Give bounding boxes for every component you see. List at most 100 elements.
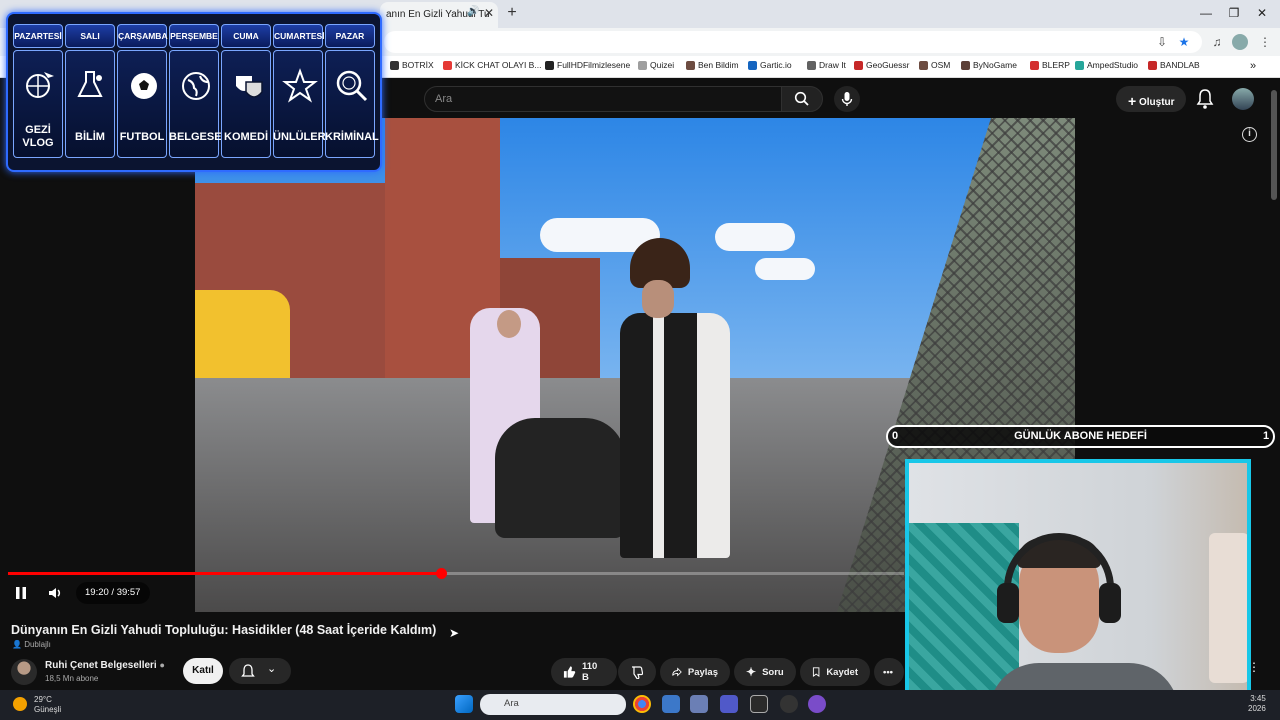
- app-icon[interactable]: [690, 695, 708, 713]
- bookmark-item[interactable]: Gartic.io: [748, 60, 792, 70]
- like-button[interactable]: 110 B: [551, 658, 617, 686]
- bookmark-item[interactable]: FullHDFilmizlesene: [545, 60, 630, 70]
- search-input[interactable]: Ara: [424, 86, 782, 112]
- minimize-icon[interactable]: —: [1196, 4, 1216, 22]
- channel-name-text: Ruhi Çenet Belgeselleri: [45, 660, 157, 671]
- video-person-man: [620, 313, 730, 558]
- bookmark-item[interactable]: AmpedStudio: [1075, 60, 1138, 70]
- profile-avatar[interactable]: [1232, 34, 1248, 50]
- app-icon[interactable]: [662, 695, 680, 713]
- app-icon[interactable]: [808, 695, 826, 713]
- bookmarks-overflow-icon[interactable]: »: [1250, 60, 1256, 72]
- schedule-category-label: BİLİM: [75, 131, 105, 143]
- bookmark-label: GeoGuessr: [866, 60, 910, 70]
- info-icon[interactable]: i: [1242, 127, 1257, 142]
- bell-ring-icon: [241, 664, 255, 677]
- schedule-day-5: CUMA: [221, 24, 271, 48]
- address-bar[interactable]: [384, 31, 1202, 53]
- bookmark-favicon-icon: [443, 60, 452, 70]
- goal-current: 0: [892, 430, 899, 442]
- bookmark-favicon-icon: [919, 60, 928, 70]
- save-label: Kaydet: [826, 666, 858, 678]
- thumbs-down-icon: [632, 666, 643, 679]
- system-clock[interactable]: 3:45 2026: [1248, 694, 1266, 714]
- join-button[interactable]: Katıl: [183, 658, 223, 684]
- notification-bell-icon[interactable]: [1196, 88, 1214, 110]
- weather-widget[interactable]: 29°C Güneşli: [34, 695, 61, 715]
- time-text: 19:20 / 39:57: [85, 587, 141, 598]
- bookmark-item[interactable]: BLERP: [1030, 60, 1070, 70]
- bookmark-label: Gartic.io: [760, 60, 792, 70]
- video-face-blur: [497, 310, 521, 338]
- maximize-icon[interactable]: ❐: [1224, 4, 1244, 22]
- voice-search-button[interactable]: [834, 86, 860, 112]
- bookmark-item[interactable]: ByNoGame: [961, 60, 1017, 70]
- epic-games-icon[interactable]: [750, 695, 768, 713]
- schedule-category-label: ÜNLÜLER: [273, 131, 326, 143]
- taskbar-search[interactable]: Ara: [480, 694, 626, 715]
- bookmark-label: Quizei: [650, 60, 675, 70]
- bookmark-item[interactable]: GeoGuessr: [854, 60, 909, 70]
- progress-scrubber[interactable]: [436, 568, 447, 579]
- windows-start-icon[interactable]: [455, 695, 473, 713]
- share-button[interactable]: Paylaş: [660, 658, 730, 686]
- ask-button[interactable]: ✦ Soru: [734, 658, 796, 686]
- video-title: Dünyanın En Gizli Yahudi Topluluğu: Hasi…: [11, 623, 437, 637]
- page-scrollbar[interactable]: [1271, 90, 1277, 200]
- create-button[interactable]: + Oluştur: [1116, 86, 1186, 112]
- bookmark-star-icon[interactable]: ★: [1176, 34, 1192, 50]
- clock-time: 3:45: [1250, 694, 1266, 703]
- media-control-icon[interactable]: ♫: [1209, 34, 1225, 50]
- schedule-category-label: FUTBOL: [119, 131, 165, 143]
- new-tab-icon[interactable]: +: [504, 4, 520, 22]
- bookmark-label: KİCK CHAT OLAYI B...: [455, 60, 542, 70]
- pause-icon: [16, 587, 26, 599]
- more-actions-button[interactable]: •••: [874, 658, 904, 686]
- dubbed-label: Dublajlı: [24, 640, 51, 649]
- schedule-category-label: GEZİ VLOG: [22, 124, 54, 149]
- bookmark-item[interactable]: Ben Bildim: [686, 60, 739, 70]
- channel-name[interactable]: Ruhi Çenet Belgeselleri ●: [45, 660, 165, 671]
- bookmark-favicon-icon: [748, 60, 757, 70]
- schedule-day-4: PERŞEMBE: [169, 24, 219, 48]
- bookmark-item[interactable]: Quizei: [638, 60, 674, 70]
- search-button[interactable]: [781, 86, 823, 112]
- bookmark-favicon-icon: [545, 60, 554, 70]
- bookmark-item[interactable]: OSM: [919, 60, 950, 70]
- install-app-icon[interactable]: ⇩: [1154, 34, 1170, 50]
- mouse-cursor-icon: ➤: [449, 626, 460, 640]
- video-stroller: [495, 418, 625, 538]
- volume-button[interactable]: [46, 584, 64, 602]
- pause-button[interactable]: [12, 584, 30, 602]
- save-button[interactable]: Kaydet: [800, 658, 870, 686]
- sparkle-icon: ✦: [746, 665, 757, 679]
- subscribe-notifications-button[interactable]: ⌄: [229, 658, 291, 684]
- headset-earcup: [997, 583, 1019, 623]
- weather-text: Güneşli: [34, 705, 62, 714]
- bookmark-item[interactable]: Draw It: [807, 60, 846, 70]
- browser-menu-icon[interactable]: ⋮: [1257, 34, 1273, 50]
- browser-tab[interactable]: anın En Gizli Yahudi Tu: [380, 2, 498, 28]
- teams-icon[interactable]: [720, 695, 738, 713]
- bookmark-item[interactable]: BOTRİX: [390, 60, 434, 70]
- temperature: 29°C: [34, 695, 52, 704]
- bookmark-item[interactable]: BANDLAB: [1148, 60, 1200, 70]
- chrome-icon[interactable]: [633, 695, 651, 713]
- cam-cushion: [1209, 533, 1247, 683]
- bookmark-label: Ben Bildim: [698, 60, 739, 70]
- tab-close-icon[interactable]: ✕: [482, 6, 496, 20]
- user-avatar[interactable]: [1232, 88, 1254, 110]
- time-display: 19:20 / 39:57: [76, 582, 150, 604]
- bookmark-item[interactable]: KİCK CHAT OLAYI B...: [443, 60, 541, 70]
- dislike-button[interactable]: [618, 658, 656, 686]
- schedule-day-2: SALI: [65, 24, 115, 48]
- channel-avatar[interactable]: [11, 659, 37, 685]
- more-icon: •••: [883, 666, 893, 678]
- steam-icon[interactable]: [780, 695, 798, 713]
- tab-audio-icon[interactable]: 🔊: [467, 6, 479, 17]
- schedule-day-6: CUMARTESİ: [273, 24, 325, 48]
- close-window-icon[interactable]: ✕: [1252, 4, 1272, 22]
- bookmark-favicon-icon: [638, 60, 647, 70]
- plus-icon: +: [1128, 93, 1137, 109]
- headset-earcup: [1099, 583, 1121, 623]
